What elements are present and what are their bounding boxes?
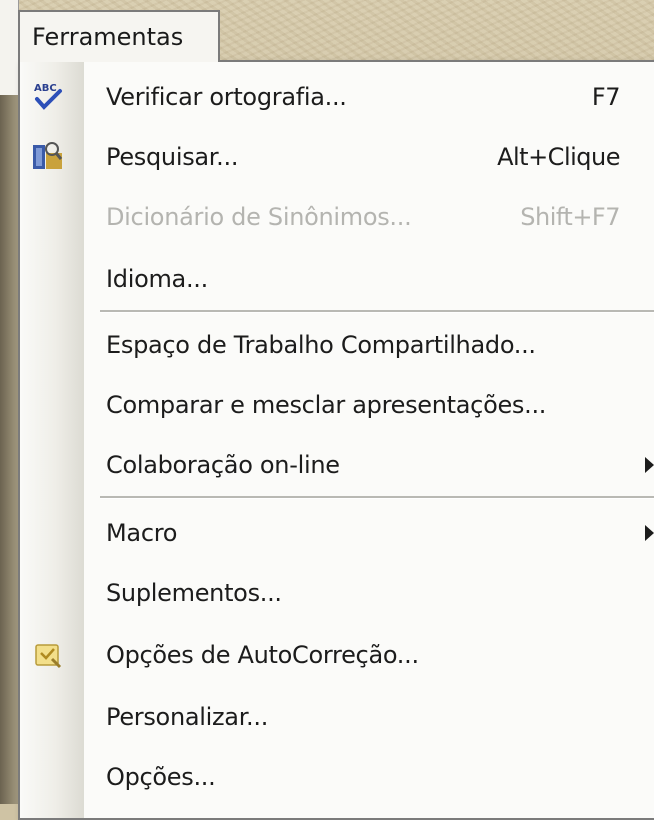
menu-item-online-collaboration[interactable]: Colaboração on-line (20, 436, 654, 494)
menu-item-label: Pesquisar... (106, 143, 239, 171)
menu-item-label: Dicionário de Sinônimos... (106, 203, 412, 231)
submenu-arrow-icon (645, 525, 654, 541)
submenu-arrow-icon (645, 457, 654, 473)
menu-item-options[interactable]: Opções... (20, 748, 654, 806)
menu-title-label: Ferramentas (32, 23, 184, 51)
menu-item-spelling[interactable]: ABC Verificar ortografia... F7 (20, 68, 654, 126)
menu-item-research[interactable]: Pesquisar... Alt+Clique (20, 128, 654, 186)
menu-item-label: Idioma... (106, 265, 208, 293)
menu-item-shortcut: F7 (591, 83, 621, 111)
menu-item-label: Suplementos... (106, 579, 282, 607)
spell-check-icon: ABC (30, 79, 66, 115)
window-frame (0, 95, 18, 804)
menu-item-label: Opções... (106, 763, 216, 791)
menu-item-label: Opções de AutoCorreção... (106, 641, 419, 669)
menu-item-label: Espaço de Trabalho Compartilhado... (106, 331, 536, 359)
menu-item-addins[interactable]: Suplementos... (20, 564, 654, 622)
menu-item-autocorrect-options[interactable]: Opções de AutoCorreção... (20, 626, 654, 684)
menu-item-macro[interactable]: Macro (20, 504, 654, 562)
menu-item-label: Verificar ortografia... (106, 83, 347, 111)
menu-item-thesaurus: Dicionário de Sinônimos... Shift+F7 (20, 188, 654, 246)
autocorrect-icon (30, 637, 66, 673)
window-edge (0, 0, 19, 95)
menu-item-label: Macro (106, 519, 178, 547)
menu-item-compare-merge[interactable]: Comparar e mesclar apresentações... (20, 376, 654, 434)
menu-item-label: Colaboração on-line (106, 451, 340, 479)
menu-item-language[interactable]: Idioma... (20, 250, 654, 308)
research-icon (30, 139, 66, 175)
menu-item-shared-workspace[interactable]: Espaço de Trabalho Compartilhado... (20, 316, 654, 374)
menu-item-label: Personalizar... (106, 703, 269, 731)
menu-item-shortcut: Shift+F7 (520, 203, 620, 231)
menu-item-label: Comparar e mesclar apresentações... (106, 391, 547, 419)
menu-item-shortcut: Alt+Clique (497, 143, 620, 171)
tools-dropdown-menu: ABC Verificar ortografia... F7 Pesquisar… (18, 60, 654, 820)
menu-item-customize[interactable]: Personalizar... (20, 688, 654, 746)
menu-title-ferramentas[interactable]: Ferramentas (18, 10, 220, 62)
menu-separator (100, 310, 654, 313)
menu-separator (100, 496, 654, 499)
svg-text:ABC: ABC (34, 83, 57, 94)
